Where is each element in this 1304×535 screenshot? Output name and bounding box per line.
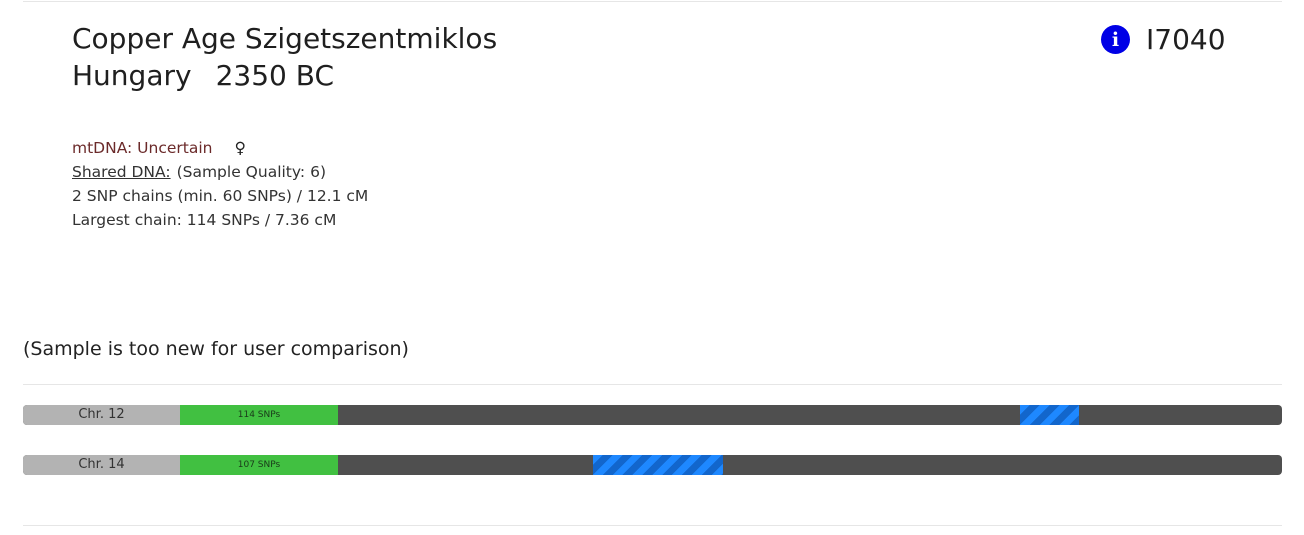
title-line-2: Hungary 2350 BC <box>72 57 497 94</box>
sample-quality: (Sample Quality: 6) <box>176 163 326 181</box>
sample-details: mtDNA: Uncertain ♀ Shared DNA: (Sample Qua… <box>72 136 368 232</box>
section-divider <box>23 384 1282 385</box>
sample-id: I7040 <box>1146 23 1226 56</box>
comparison-note: (Sample is too new for user comparison) <box>23 338 409 360</box>
page-title: Copper Age Szigetszentmiklos Hungary 2350… <box>72 20 497 94</box>
title-line-1: Copper Age Szigetszentmiklos <box>72 22 498 55</box>
top-divider <box>23 1 1282 2</box>
shared-dna-row: Shared DNA: (Sample Quality: 6) <box>72 160 368 184</box>
chromosome-bar-14: Chr. 14 107 SNPs <box>23 455 1282 475</box>
snp-chains-text: 2 SNP chains (min. 60 SNPs) / 12.1 cM <box>72 187 369 205</box>
shared-dna-link[interactable]: Shared DNA: <box>72 163 171 181</box>
bottom-divider <box>23 525 1282 526</box>
date-label: 2350 BC <box>215 59 334 92</box>
country-label: Hungary <box>72 59 192 92</box>
mtdna-row: mtDNA: Uncertain ♀ <box>72 136 368 160</box>
snp-count-badge: 107 SNPs <box>180 455 338 475</box>
shared-segment[interactable] <box>593 455 723 475</box>
largest-chain-text: Largest chain: 114 SNPs / 7.36 cM <box>72 211 337 229</box>
mtdna-text: mtDNA: Uncertain <box>72 139 213 157</box>
chromosome-bar-12: Chr. 12 114 SNPs <box>23 405 1282 425</box>
female-icon: ♀ <box>234 139 246 157</box>
snp-count-badge: 114 SNPs <box>180 405 338 425</box>
info-icon[interactable]: i <box>1101 25 1130 54</box>
info-icon-glyph: i <box>1111 28 1120 51</box>
chromosome-label: Chr. 12 <box>23 405 180 425</box>
chromosome-label: Chr. 14 <box>23 455 180 475</box>
shared-segment[interactable] <box>1020 405 1079 425</box>
